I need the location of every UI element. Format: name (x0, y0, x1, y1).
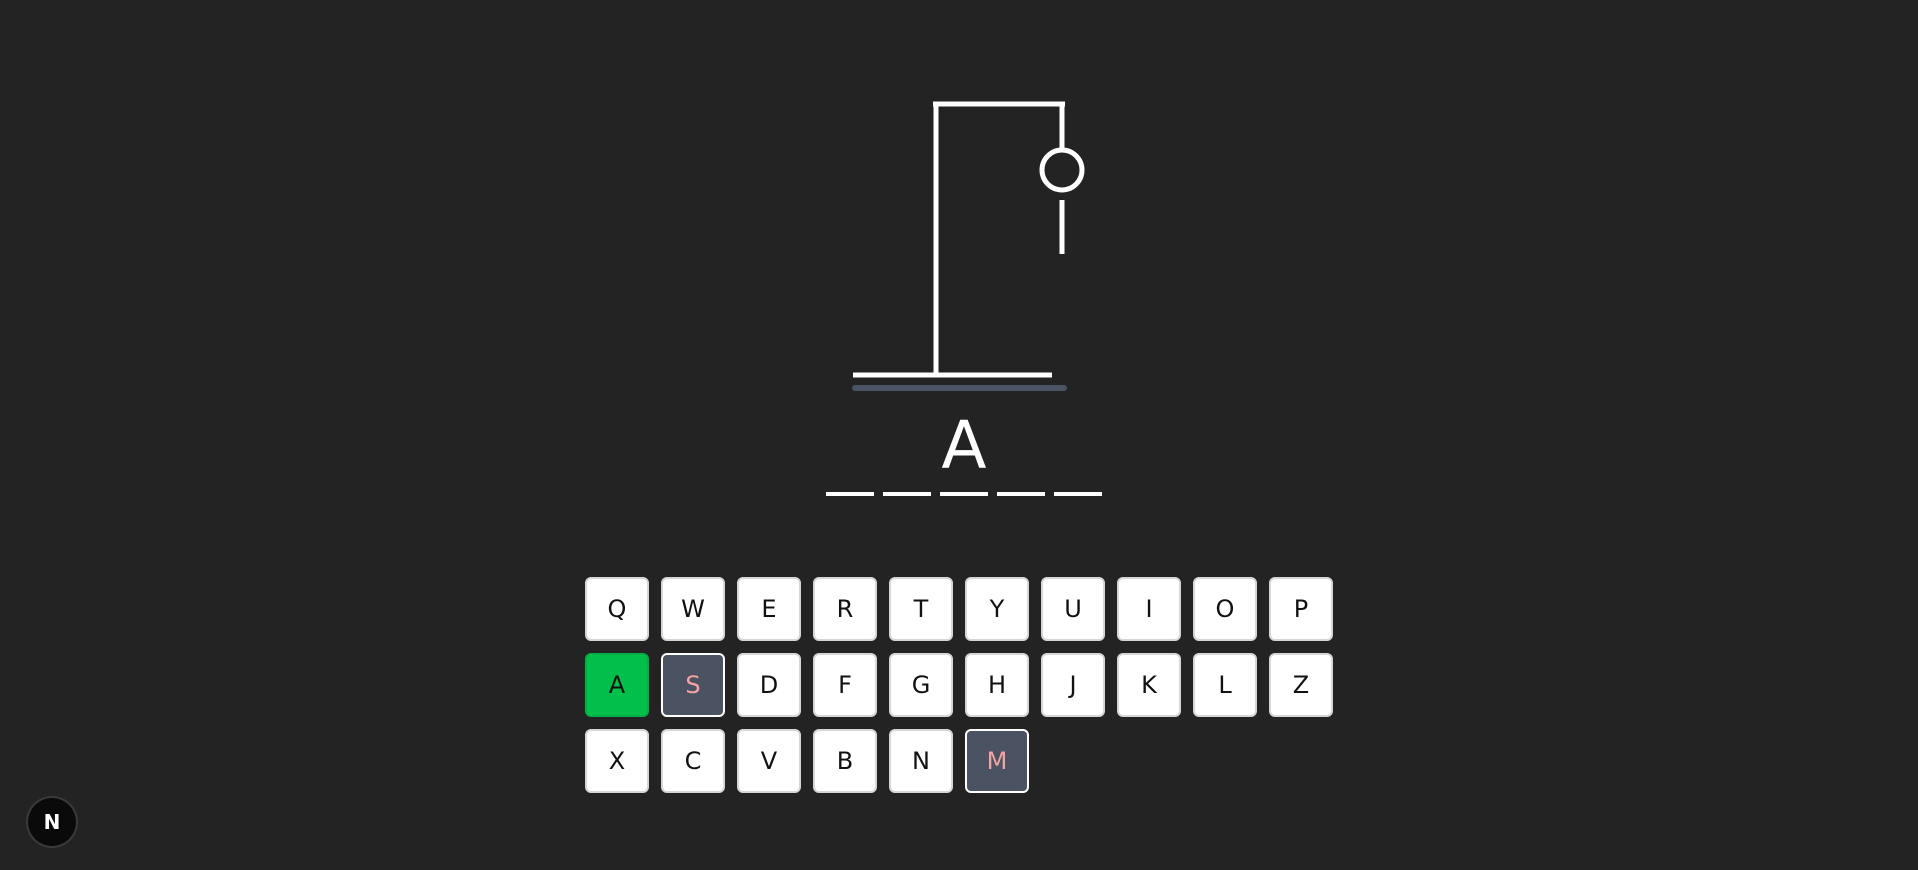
key-t[interactable]: T (889, 577, 953, 641)
key-e[interactable]: E (737, 577, 801, 641)
word-slot-letter: A (941, 407, 987, 484)
key-l[interactable]: L (1193, 653, 1257, 717)
key-j[interactable]: J (1041, 653, 1105, 717)
word-slot-underline (940, 492, 988, 496)
key-i[interactable]: I (1117, 577, 1181, 641)
word-slot (997, 400, 1045, 502)
key-v[interactable]: V (737, 729, 801, 793)
word-slot: A (940, 400, 988, 502)
key-f[interactable]: F (813, 653, 877, 717)
key-p[interactable]: P (1269, 577, 1333, 641)
key-o[interactable]: O (1193, 577, 1257, 641)
key-b[interactable]: B (813, 729, 877, 793)
nextjs-logo-icon[interactable]: N (28, 798, 76, 846)
key-d[interactable]: D (737, 653, 801, 717)
key-u[interactable]: U (1041, 577, 1105, 641)
key-m[interactable]: M (965, 729, 1029, 793)
key-h[interactable]: H (965, 653, 1029, 717)
key-k[interactable]: K (1117, 653, 1181, 717)
hangman-head (1039, 147, 1085, 193)
badge-label: N (43, 810, 61, 834)
word-slot (826, 400, 874, 502)
key-c[interactable]: C (661, 729, 725, 793)
word-slot (1054, 400, 1102, 502)
key-s[interactable]: S (661, 653, 725, 717)
key-n[interactable]: N (889, 729, 953, 793)
word-slot-underline (1054, 492, 1102, 496)
key-r[interactable]: R (813, 577, 877, 641)
key-g[interactable]: G (889, 653, 953, 717)
key-a[interactable]: A (585, 653, 649, 717)
word-display: A (826, 400, 1102, 502)
key-q[interactable]: Q (585, 577, 649, 641)
word-slot (883, 400, 931, 502)
word-slot-underline (883, 492, 931, 496)
word-slot-underline (826, 492, 874, 496)
hangman-game: A QWERTYUIOPASDFGHJKLZXCVBNM N (0, 0, 1918, 870)
key-x[interactable]: X (585, 729, 649, 793)
key-y[interactable]: Y (965, 577, 1029, 641)
key-w[interactable]: W (661, 577, 725, 641)
key-z[interactable]: Z (1269, 653, 1333, 717)
word-slot-underline (997, 492, 1045, 496)
